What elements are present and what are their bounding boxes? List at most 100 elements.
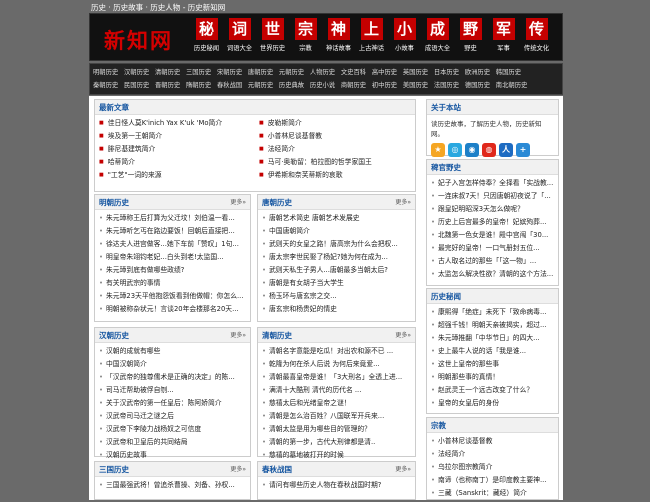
topnav-item[interactable]: 神神话故事 xyxy=(322,18,355,52)
qzone-icon[interactable]: ★ xyxy=(431,143,445,157)
list-item[interactable]: 中国汉朝简介 xyxy=(99,358,246,371)
category-link[interactable]: 清朝历史 xyxy=(155,66,180,79)
topnav-item[interactable]: 野野史 xyxy=(454,18,487,52)
category-link[interactable]: 欧洲历史 xyxy=(465,66,490,79)
more-link[interactable]: 更多» xyxy=(230,462,246,477)
list-item[interactable]: 皮勒斯简介 xyxy=(259,117,411,130)
list-item[interactable]: 哈蒂简介 xyxy=(99,156,251,169)
category-link[interactable]: 唐朝历史 xyxy=(248,66,273,79)
list-item[interactable]: 朱元璋听乞丐在路边要饭！回朝后直接把... xyxy=(99,225,246,238)
list-item[interactable]: 马可·奥勒留：柏拉图的哲学家国王 xyxy=(259,156,411,169)
list-item[interactable]: 三藏（Sanskrit：藏经）简介 xyxy=(431,487,554,500)
list-item[interactable]: 明朝被称杂状元！言谈20年会楼那名20天... xyxy=(99,303,246,316)
list-item[interactable]: 南谛（也称南丁）是印度教主要神... xyxy=(431,474,554,487)
topnav-item[interactable]: 成成语大全 xyxy=(421,18,454,52)
list-item[interactable]: 有关明武宗的事情 xyxy=(99,277,246,290)
category-link[interactable]: 德国历史 xyxy=(465,79,490,92)
list-item[interactable]: 清朝太监是用为哪些目的管理的？ xyxy=(262,423,411,436)
list-item[interactable]: 皇帝的女皇后的身份 xyxy=(431,397,554,410)
category-link[interactable]: 英国历史 xyxy=(403,66,428,79)
list-item[interactable]: 康熙得「绝症」未死下「致命病毒... xyxy=(431,306,554,319)
list-item[interactable]: 最完好的皇帝！一口气册封五位... xyxy=(431,242,554,255)
list-item[interactable]: 太监怎么解决性欲？清朝的这个方法... xyxy=(431,268,554,281)
category-link[interactable]: 汉朝历史 xyxy=(124,66,149,79)
topnav-item[interactable]: 军军事 xyxy=(487,18,520,52)
list-item[interactable]: 乾隆为何在杀人后说 为何后来竟爱... xyxy=(262,358,411,371)
category-link[interactable]: 秦朝历史 xyxy=(93,79,118,92)
category-link[interactable]: 民国历史 xyxy=(124,79,149,92)
list-item[interactable]: 朱元璋称王后打算为父迁坟！刘伯温一看... xyxy=(99,212,246,225)
weibo-icon[interactable]: ◍ xyxy=(482,143,496,157)
category-link[interactable]: 韩国历史 xyxy=(496,66,521,79)
list-item[interactable]: 伊希斯和奈芙蒂斯的哀歌 xyxy=(259,169,411,182)
list-item[interactable]: 武则天的女皇之路！唐高宗为什么会把权... xyxy=(262,238,411,251)
list-item[interactable]: 唐太宗李世民娶了杨妃?她为何在成为... xyxy=(262,251,411,264)
list-item[interactable]: 妃子入宫怎样侍奉？全择看「实战教... xyxy=(431,177,554,190)
more-icon[interactable]: + xyxy=(516,143,530,157)
topnav-item[interactable]: 宗宗教 xyxy=(289,18,322,52)
list-item[interactable]: 这世上皇帝的那些事 xyxy=(431,358,554,371)
category-link[interactable]: 历史小说 xyxy=(310,79,335,92)
list-item[interactable]: "工艺"一词的来源 xyxy=(99,169,251,182)
category-link[interactable]: 三国历史 xyxy=(186,66,211,79)
topnav-item[interactable]: 传传统文化 xyxy=(520,18,553,52)
list-item[interactable]: 一连床叔7天！只因唐朝初夜说了「... xyxy=(431,190,554,203)
category-link[interactable]: 人物历史 xyxy=(310,66,335,79)
list-item[interactable]: 汉朝的成就有哪些 xyxy=(99,345,246,358)
category-link[interactable]: 晋朝历史 xyxy=(155,79,180,92)
category-link[interactable]: 历史典故 xyxy=(279,79,304,92)
list-item[interactable]: 关于汉武帝的第一任皇后：陈阿娇简介 xyxy=(99,397,246,410)
list-item[interactable]: 满清十大酷刑 清代的历代名 ... xyxy=(262,384,411,397)
list-item[interactable]: 清朝的第一步，古代大刑律都是清.. xyxy=(262,436,411,449)
list-item[interactable]: 汉武帝和卫皇后的共同结局 xyxy=(99,436,246,449)
more-link[interactable]: 更多» xyxy=(395,195,411,210)
list-item[interactable]: 超强千钱！明朝天亲被揭实，超过... xyxy=(431,319,554,332)
list-item[interactable]: 乌拉尔图宗教简介 xyxy=(431,461,554,474)
site-logo[interactable]: 新知网 xyxy=(104,25,173,55)
list-item[interactable]: 小普林尼谈基督教 xyxy=(259,130,411,143)
list-item[interactable]: 三国最强武将！曾追杀曹操、刘备、孙权... xyxy=(99,479,246,492)
list-item[interactable]: 明皇帝朱翊钧老妃...白头到老!太监国... xyxy=(99,251,246,264)
list-item[interactable]: 徐达夫人进宫做客...她下车前「赞叹」1句... xyxy=(99,238,246,251)
topnav-item[interactable]: 词词语大全 xyxy=(223,18,256,52)
category-link[interactable]: 高中历史 xyxy=(372,66,397,79)
category-link[interactable]: 春秋战国 xyxy=(217,79,242,92)
list-item[interactable]: 唐朝艺术简史 唐朝艺术发展史 xyxy=(262,212,411,225)
list-item[interactable]: 汉武帝下李陵力战杨奴之可信度 xyxy=(99,423,246,436)
list-item[interactable]: 司马迁帮助被俘自刎... xyxy=(99,384,246,397)
list-item[interactable]: 清朝名字意能是吃瓜！对出农和源不已 ... xyxy=(262,345,411,358)
more-link[interactable]: 更多» xyxy=(395,462,411,477)
list-item[interactable]: 请问有哪些历史人物在春秋战国时期? xyxy=(262,479,411,492)
list-item[interactable]: 埃及第一王朝简介 xyxy=(99,130,251,143)
list-item[interactable]: 清朝是怎么治百姓？八国联军开兵来... xyxy=(262,410,411,423)
more-link[interactable]: 更多» xyxy=(230,328,246,343)
breadcrumb-link[interactable]: 历史 · 历史故事 · 历史人物 - 历史新知网 xyxy=(91,3,225,12)
list-item[interactable]: 法经简介 xyxy=(259,143,411,156)
topnav-item[interactable]: 上上古神话 xyxy=(355,18,388,52)
list-item[interactable]: 唐玄宗和杨贵妃的情史 xyxy=(262,303,411,316)
category-link[interactable]: 商朝历史 xyxy=(341,79,366,92)
list-item[interactable]: 慈禧太后和光绪皇帝之谜！ xyxy=(262,397,411,410)
list-item[interactable]: 法经简介 xyxy=(431,448,554,461)
renren-icon[interactable]: 人 xyxy=(499,143,513,157)
list-item[interactable]: 中国唐朝简介 xyxy=(262,225,411,238)
list-item[interactable]: 朱元璋23天平他抱怨饭看到他做帽：你怎么... xyxy=(99,290,246,303)
category-link[interactable]: 南北朝历史 xyxy=(496,79,527,92)
list-item[interactable]: 杨玉环与唐玄宗之交... xyxy=(262,290,411,303)
category-link[interactable]: 元朝历史 xyxy=(248,79,273,92)
more-link[interactable]: 更多» xyxy=(230,195,246,210)
list-item[interactable]: 小普林尼谈基督教 xyxy=(431,435,554,448)
wechat-icon[interactable]: ◎ xyxy=(448,143,462,157)
category-link[interactable]: 美国历史 xyxy=(403,79,428,92)
list-item[interactable]: 朱元璋推翻「中华节日」的四大... xyxy=(431,332,554,345)
topnav-item[interactable]: 秘历史秘闻 xyxy=(190,18,223,52)
topnav-item[interactable]: 世世界历史 xyxy=(256,18,289,52)
category-link[interactable]: 法国历史 xyxy=(434,79,459,92)
list-item[interactable]: 跟皇妃明昭深3天怎么做呢？ xyxy=(431,203,554,216)
category-link[interactable]: 隋朝历史 xyxy=(186,79,211,92)
list-item[interactable]: 史上最牛人说的话「我是谁... xyxy=(431,345,554,358)
list-item[interactable]: 佳日怪人莫K'inich Yax K'uk 'Mo简介 xyxy=(99,117,251,130)
category-link[interactable]: 明朝历史 xyxy=(93,66,118,79)
list-item[interactable]: 古人取名过的那些「「这一物」... xyxy=(431,255,554,268)
category-link[interactable]: 文史百科 xyxy=(341,66,366,79)
